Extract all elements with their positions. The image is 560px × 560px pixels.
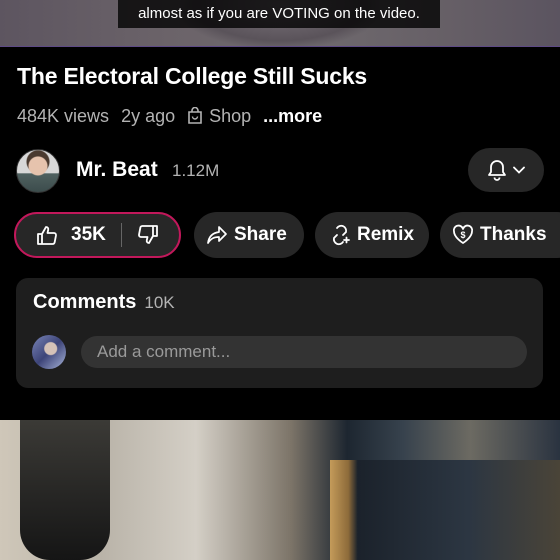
video-player[interactable]: almost as if you are VOTING on the video… [0, 0, 560, 47]
thanks-button[interactable]: $ Thanks [440, 212, 560, 258]
video-title[interactable]: The Electoral College Still Sucks [17, 63, 367, 90]
user-avatar [32, 335, 66, 369]
comments-header: Comments 10K [33, 291, 175, 314]
like-dislike-group: 35K [14, 212, 181, 258]
shop-link[interactable]: Shop [187, 106, 251, 127]
heart-dollar-icon: $ [452, 224, 474, 244]
remix-label: Remix [357, 224, 415, 245]
next-video-thumbnail[interactable] [0, 420, 560, 560]
share-button[interactable]: Share [194, 212, 304, 258]
share-label: Share [234, 224, 287, 245]
share-icon [207, 226, 227, 244]
bell-icon [488, 160, 506, 181]
upload-age: 2y ago [121, 105, 176, 126]
thumbs-up-icon[interactable] [36, 224, 58, 246]
channel-avatar[interactable] [16, 149, 60, 193]
thumbnail-background [330, 460, 560, 560]
chevron-down-icon [513, 166, 525, 174]
video-meta[interactable]: 484K views 2y ago Shop ...more [17, 104, 322, 128]
action-bar: 35K Share Remix $ Thanks [14, 212, 560, 260]
remix-button[interactable]: Remix [315, 212, 429, 258]
channel-row: Mr. Beat 1.12M [16, 148, 544, 194]
thumbnail-object [20, 420, 110, 560]
comments-section[interactable]: Comments 10K [16, 278, 543, 388]
shopping-bag-icon [188, 107, 202, 124]
thanks-label: Thanks [480, 224, 547, 245]
remix-icon [332, 224, 350, 246]
subscriber-count: 1.12M [172, 161, 220, 180]
shop-label: Shop [209, 105, 252, 126]
comments-title: Comments [33, 291, 137, 313]
comments-count: 10K [144, 293, 175, 312]
notifications-button[interactable] [468, 148, 544, 192]
svg-text:$: $ [460, 230, 465, 240]
channel-name[interactable]: Mr. Beat [76, 158, 158, 182]
like-divider [120, 223, 122, 247]
view-count: 484K views [17, 105, 110, 126]
more-button[interactable]: ...more [263, 106, 322, 127]
video-caption: almost as if you are VOTING on the video… [118, 0, 440, 28]
comment-input[interactable] [81, 336, 527, 368]
video-progress-bar[interactable] [0, 46, 560, 47]
like-count[interactable]: 35K [71, 224, 106, 246]
thumbs-down-icon[interactable] [137, 224, 159, 246]
